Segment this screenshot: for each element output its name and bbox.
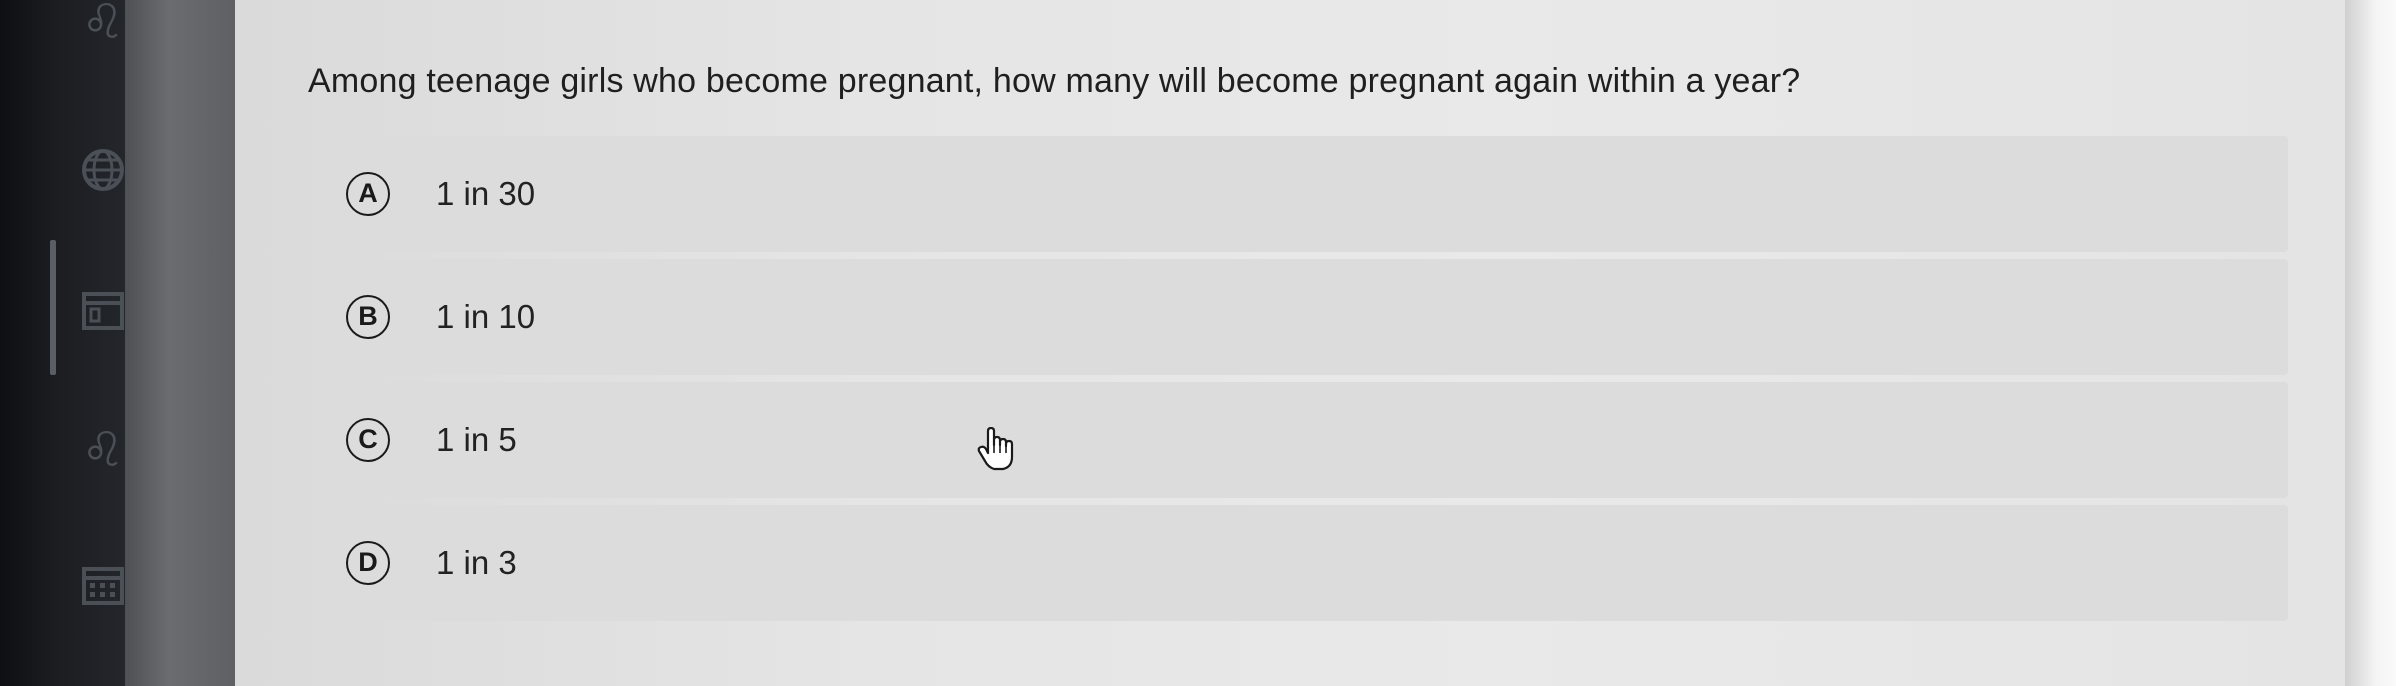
option-text: 1 in 30: [436, 175, 536, 212]
separator-band: [125, 0, 235, 686]
answer-option-c[interactable]: C 1 in 5: [312, 382, 2288, 498]
left-sidebar: ♌ ♌: [0, 0, 125, 686]
question-text: Among teenage girls who become pregnant,…: [308, 62, 1801, 100]
calendar-icon[interactable]: [78, 280, 128, 340]
grid-calendar-icon[interactable]: [78, 555, 128, 615]
sidebar-active-indicator: [50, 240, 56, 375]
globe-icon[interactable]: [78, 140, 128, 200]
people-icon[interactable]: ♌: [78, 0, 128, 52]
option-letter-badge: D: [346, 541, 390, 585]
option-letter-badge: C: [346, 418, 390, 462]
hand-pointer-icon: [976, 426, 1016, 471]
answer-option-b[interactable]: B 1 in 10: [312, 259, 2288, 375]
option-letter-badge: A: [346, 172, 390, 216]
answer-option-a[interactable]: A 1 in 30: [312, 136, 2288, 252]
answer-option-d[interactable]: D 1 in 3: [312, 505, 2288, 621]
option-text: 1 in 5: [436, 421, 517, 458]
people-icon[interactable]: ♌: [78, 420, 128, 480]
right-edge: [2345, 0, 2396, 686]
option-text: 1 in 3: [436, 544, 517, 581]
option-letter-badge: B: [346, 295, 390, 339]
option-text: 1 in 10: [436, 298, 536, 335]
